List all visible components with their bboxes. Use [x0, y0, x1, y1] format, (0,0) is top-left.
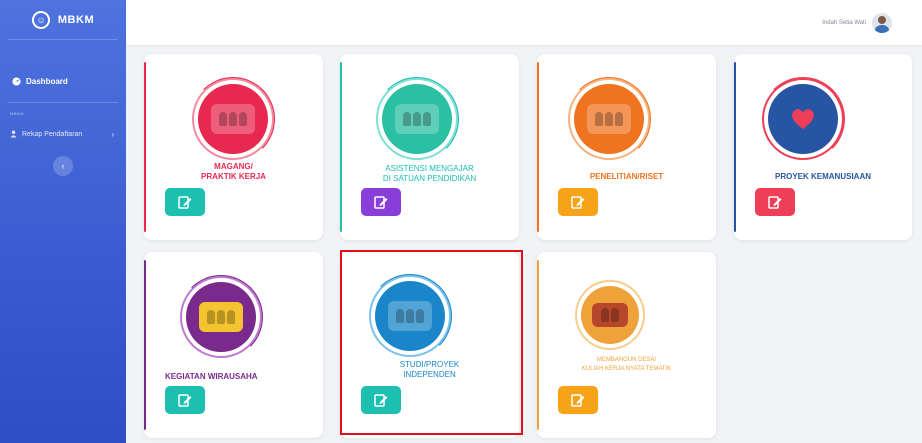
card-title-line-2: INDEPENDEN [403, 370, 456, 379]
edit-icon [374, 196, 388, 209]
avatar[interactable] [872, 12, 892, 33]
program-card-membangun-desa[interactable]: MEMBANGUN DESA/ KULIAH KERJA NYATA TEMAT… [537, 252, 716, 438]
program-card-proyek-kemanusiaan[interactable]: PROYEK KEMANUSIAAN [734, 54, 912, 240]
brand-name: MBKM [57, 13, 95, 26]
card-title-line-1: MEMBANGUN DESA/ [596, 357, 657, 363]
chevron-left-icon: ‹ [61, 161, 65, 171]
card-title: MEMBANGUN DESA/ KULIAH KERJA NYATA TEMAT… [537, 356, 716, 374]
office-illustration-icon [198, 84, 268, 154]
edit-icon [571, 196, 585, 209]
card-title-line-1: ASISTENSI MENGAJAR [385, 164, 474, 173]
card-title-line-1: KEGIATAN WIRAUSAHA [165, 372, 258, 381]
edit-icon [178, 196, 192, 209]
heart-icon [792, 109, 814, 129]
register-button[interactable] [361, 188, 401, 216]
humanitarian-illustration-icon [768, 84, 838, 154]
card-title: ASISTENSI MENGAJAR DI SATUAN PENDIDIKAN [340, 164, 519, 184]
program-card-magang[interactable]: MAGANG/ PRAKTIK KERJA [144, 54, 323, 240]
card-title-line-2: PRAKTIK KERJA [201, 172, 266, 181]
smile-logo-icon: ☺ [29, 7, 53, 32]
edit-icon [571, 394, 585, 407]
program-card-asistensi[interactable]: ASISTENSI MENGAJAR DI SATUAN PENDIDIKAN [340, 54, 519, 240]
sidebar-heading: MBKM [10, 111, 24, 116]
topbar: Indah Setia Wati [126, 0, 922, 45]
program-card-studi-independen[interactable]: STUDI/PROYEK INDEPENDEN [340, 252, 519, 438]
research-illustration-icon [574, 84, 644, 154]
sidebar: ☺ MBKM Dashboard MBKM Rekap Pendaftaran … [0, 0, 126, 443]
user-name[interactable]: Indah Setia Wati [822, 20, 866, 26]
register-button[interactable] [165, 188, 205, 216]
sidebar-divider [8, 102, 118, 103]
program-card-penelitian[interactable]: PENELITIAN/RISET [537, 54, 716, 240]
sidebar-item-label: Rekap Pendaftaran [22, 130, 83, 138]
teaching-illustration-icon [382, 84, 452, 154]
sidebar-item-label: Dashboard [26, 76, 68, 86]
register-button[interactable] [755, 188, 795, 216]
card-title-line-2: DI SATUAN PENDIDIKAN [382, 174, 477, 183]
card-title-line-1: PROYEK KEMANUSIAAN [774, 172, 871, 181]
brand[interactable]: ☺ MBKM [8, 0, 118, 40]
sidebar-toggle-button[interactable]: ‹ [53, 156, 73, 176]
edit-icon [178, 394, 192, 407]
card-title: KEGIATAN WIRAUSAHA [165, 372, 323, 382]
card-title: PROYEK KEMANUSIAAN [734, 172, 912, 182]
register-button[interactable] [558, 386, 598, 414]
edit-icon [768, 196, 782, 209]
register-button[interactable] [165, 386, 205, 414]
study-illustration-icon [375, 281, 445, 351]
card-title-line-1: PENELITIAN/RISET [589, 172, 664, 181]
card-title: PENELITIAN/RISET [537, 172, 716, 182]
sidebar-item-rekap[interactable]: Rekap Pendaftaran › [0, 126, 126, 142]
sidebar-item-dashboard[interactable]: Dashboard [0, 70, 126, 92]
program-card-wirausaha[interactable]: KEGIATAN WIRAUSAHA [144, 252, 323, 438]
card-title-line-2: KULIAH KERJA NYATA TEMATIK [581, 366, 672, 372]
card-title: STUDI/PROYEK INDEPENDEN [340, 360, 519, 380]
user-icon [10, 130, 17, 138]
edit-icon [374, 394, 388, 407]
entrepreneur-illustration-icon [186, 282, 256, 352]
card-title: MAGANG/ PRAKTIK KERJA [144, 162, 323, 182]
register-button[interactable] [558, 188, 598, 216]
chevron-right-icon: › [111, 129, 114, 139]
dashboard-icon [12, 76, 21, 86]
village-illustration-icon [581, 286, 639, 344]
card-title-line-1: MAGANG/ [214, 162, 253, 171]
card-title-line-1: STUDI/PROYEK [399, 360, 460, 369]
register-button[interactable] [361, 386, 401, 414]
